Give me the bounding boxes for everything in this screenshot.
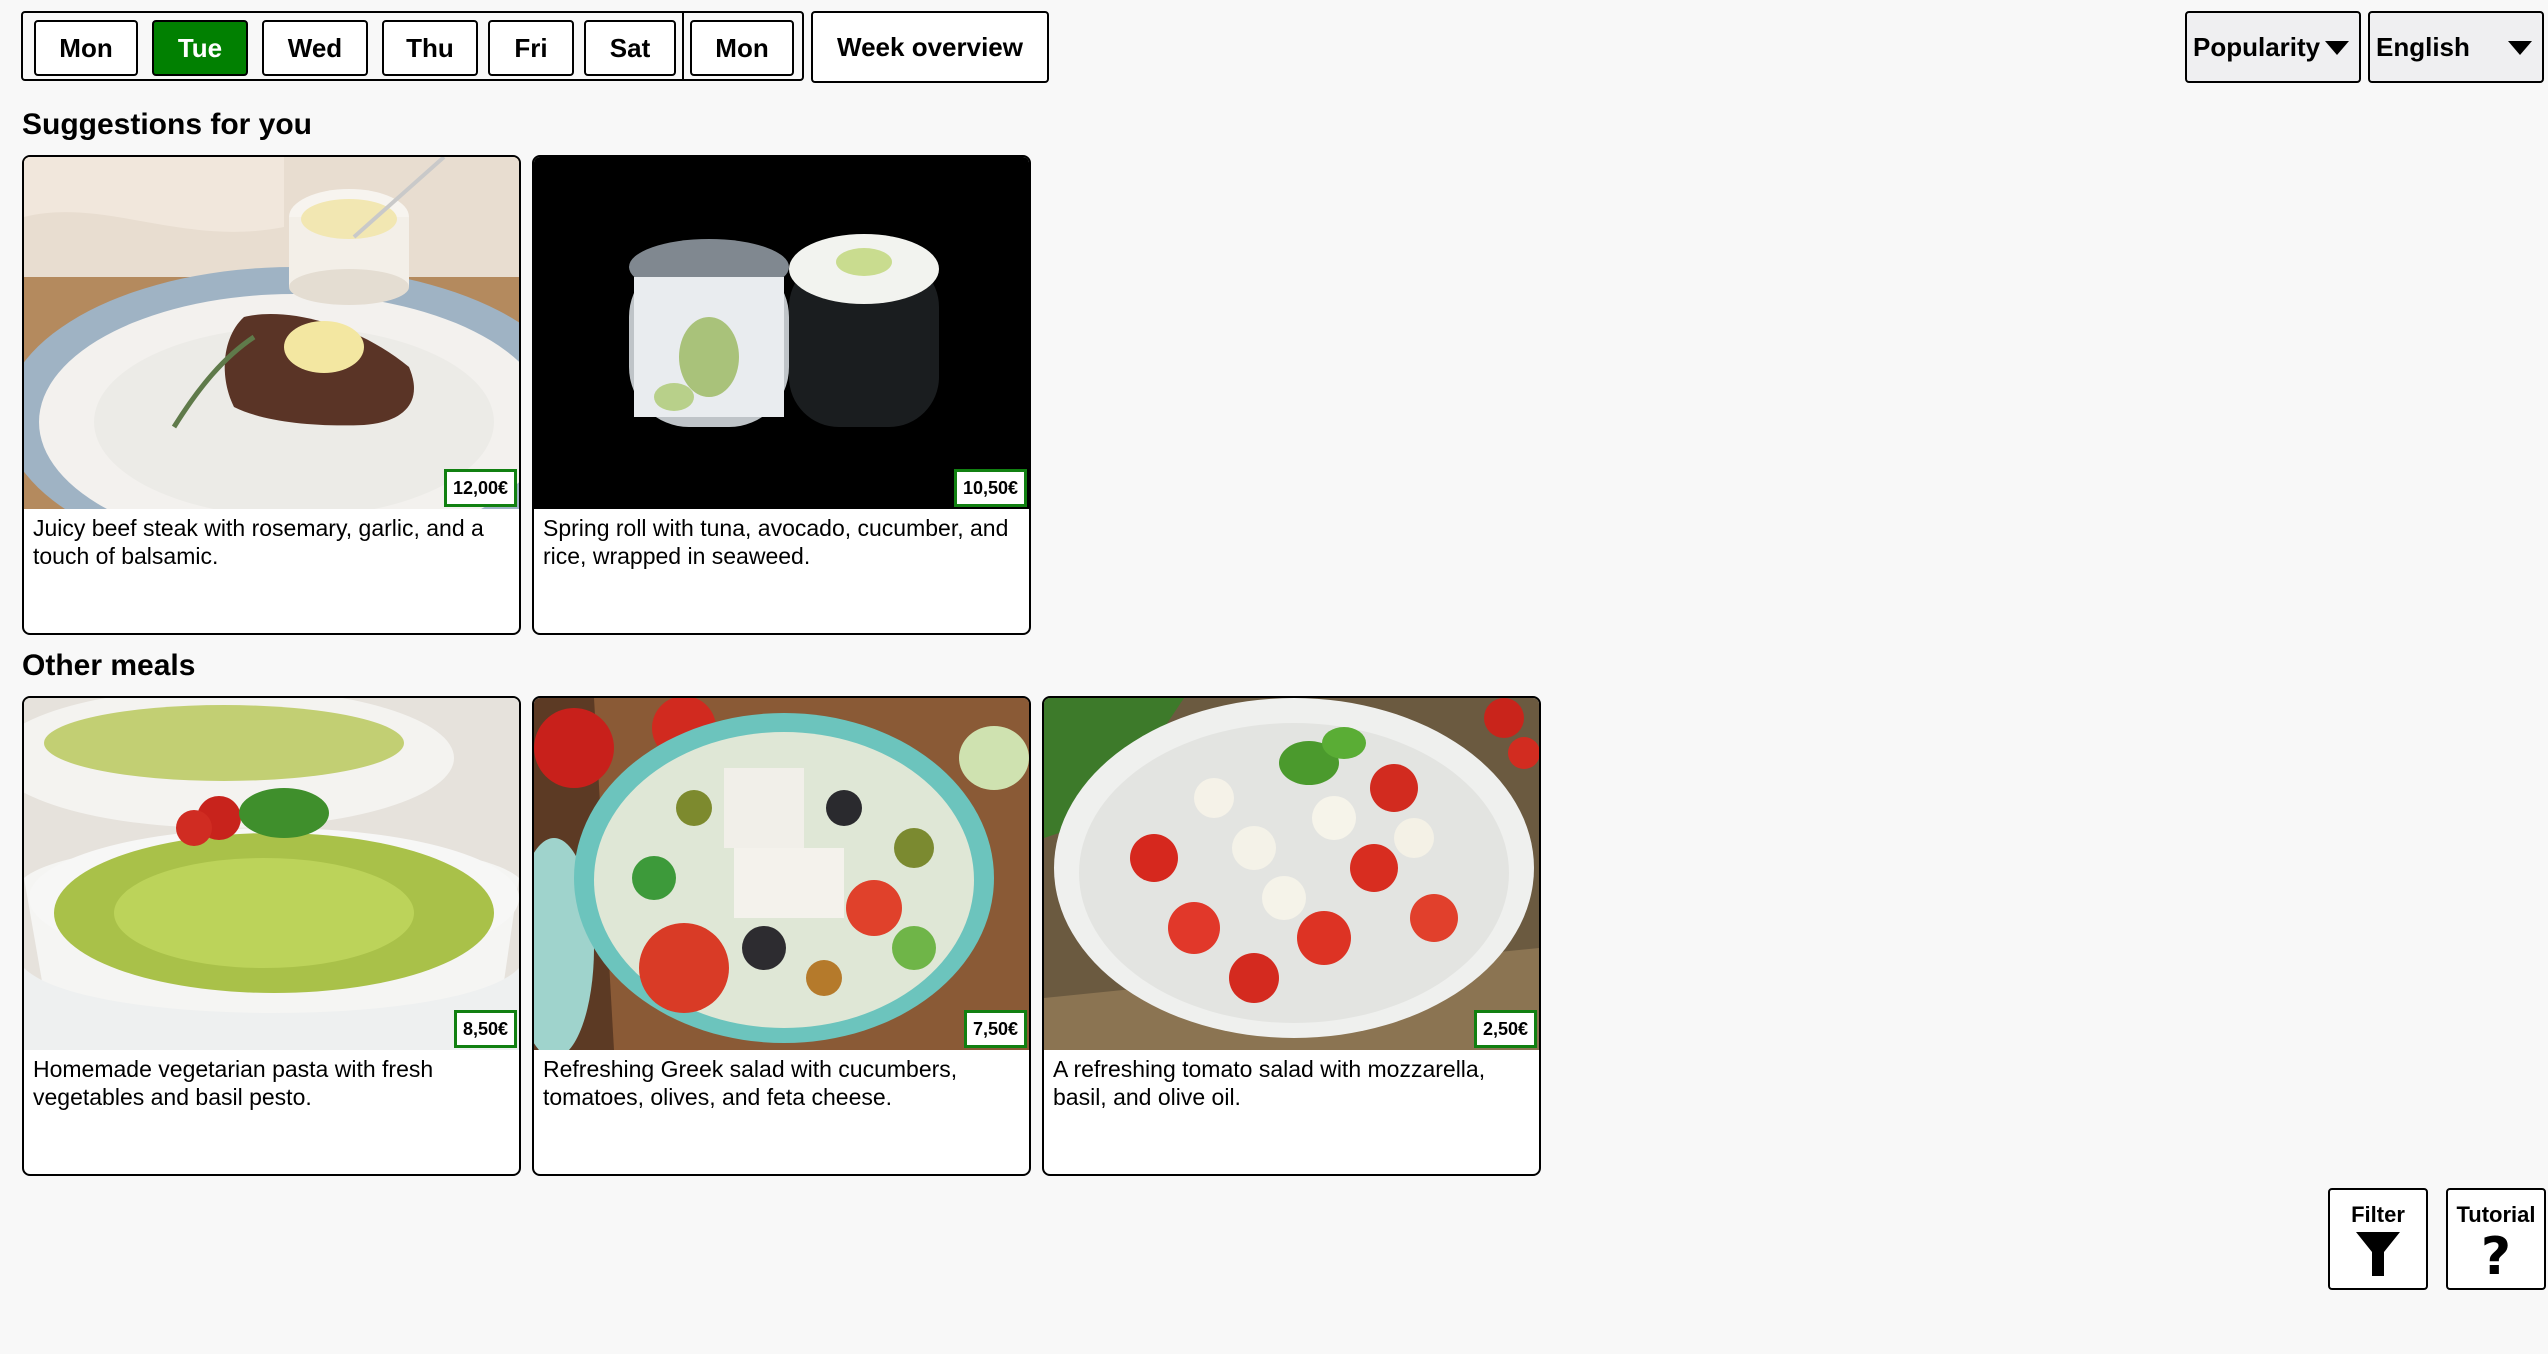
- meal-image: [534, 698, 1029, 1050]
- meal-description: A refreshing tomato salad with mozzarell…: [1053, 1056, 1486, 1110]
- meal-card[interactable]: 8,50€ Homemade vegetarian pasta with fre…: [22, 696, 521, 1176]
- tutorial-button[interactable]: Tutorial ?: [2446, 1188, 2546, 1290]
- meal-image: [24, 698, 519, 1050]
- language-select-value: English: [2376, 32, 2470, 62]
- chevron-down-icon: [2325, 41, 2349, 55]
- price-badge: 7,50€: [963, 1010, 1027, 1048]
- filter-label: Filter: [2351, 1202, 2405, 1227]
- meal-description: Spring roll with tuna, avocado, cucumber…: [543, 515, 1009, 569]
- meal-image: [534, 157, 1029, 509]
- day-button-mon[interactable]: Mon: [34, 20, 138, 76]
- svg-text:?: ?: [2481, 1230, 2511, 1280]
- meal-card[interactable]: 10,50€ Spring roll with tuna, avocado, c…: [532, 155, 1031, 635]
- other-meals-heading: Other meals: [22, 649, 196, 682]
- day-button-tue[interactable]: Tue: [152, 20, 248, 76]
- day-button-thu[interactable]: Thu: [382, 20, 478, 76]
- meal-description: Juicy beef steak with rosemary, garlic, …: [33, 515, 484, 569]
- price-badge: 2,50€: [1473, 1010, 1537, 1048]
- day-button-next-mon[interactable]: Mon: [690, 20, 794, 76]
- day-divider: [682, 13, 684, 79]
- day-selector: Mon Tue Wed Thu Fri Sat Mon: [21, 11, 804, 81]
- day-button-wed[interactable]: Wed: [262, 20, 368, 76]
- price-badge: 12,00€: [443, 469, 517, 507]
- meal-image: [1044, 698, 1539, 1050]
- meal-card[interactable]: 12,00€ Juicy beef steak with rosemary, g…: [22, 155, 521, 635]
- chevron-down-icon: [2508, 41, 2532, 55]
- meal-card[interactable]: 7,50€ Refreshing Greek salad with cucumb…: [532, 696, 1031, 1176]
- filter-button[interactable]: Filter: [2328, 1188, 2428, 1290]
- tutorial-label: Tutorial: [2456, 1202, 2536, 1227]
- sort-select-value: Popularity: [2193, 32, 2321, 62]
- question-mark-icon: ?: [2481, 1230, 2511, 1280]
- day-button-fri[interactable]: Fri: [488, 20, 574, 76]
- sort-select[interactable]: Popularity: [2185, 11, 2361, 83]
- funnel-icon: [2356, 1232, 2400, 1276]
- meal-image: [24, 157, 519, 509]
- price-badge: 8,50€: [453, 1010, 517, 1048]
- language-select[interactable]: English: [2368, 11, 2544, 83]
- week-overview-button[interactable]: Week overview: [811, 11, 1049, 83]
- top-bar: Mon Tue Wed Thu Fri Sat Mon Week overvie…: [0, 0, 2548, 90]
- day-button-sat[interactable]: Sat: [584, 20, 676, 76]
- meal-description: Refreshing Greek salad with cucumbers, t…: [543, 1056, 958, 1110]
- meal-card[interactable]: 2,50€ A refreshing tomato salad with moz…: [1042, 696, 1541, 1176]
- meal-description: Homemade vegetarian pasta with fresh veg…: [33, 1056, 434, 1110]
- price-badge: 10,50€: [953, 469, 1027, 507]
- suggestions-heading: Suggestions for you: [22, 108, 313, 141]
